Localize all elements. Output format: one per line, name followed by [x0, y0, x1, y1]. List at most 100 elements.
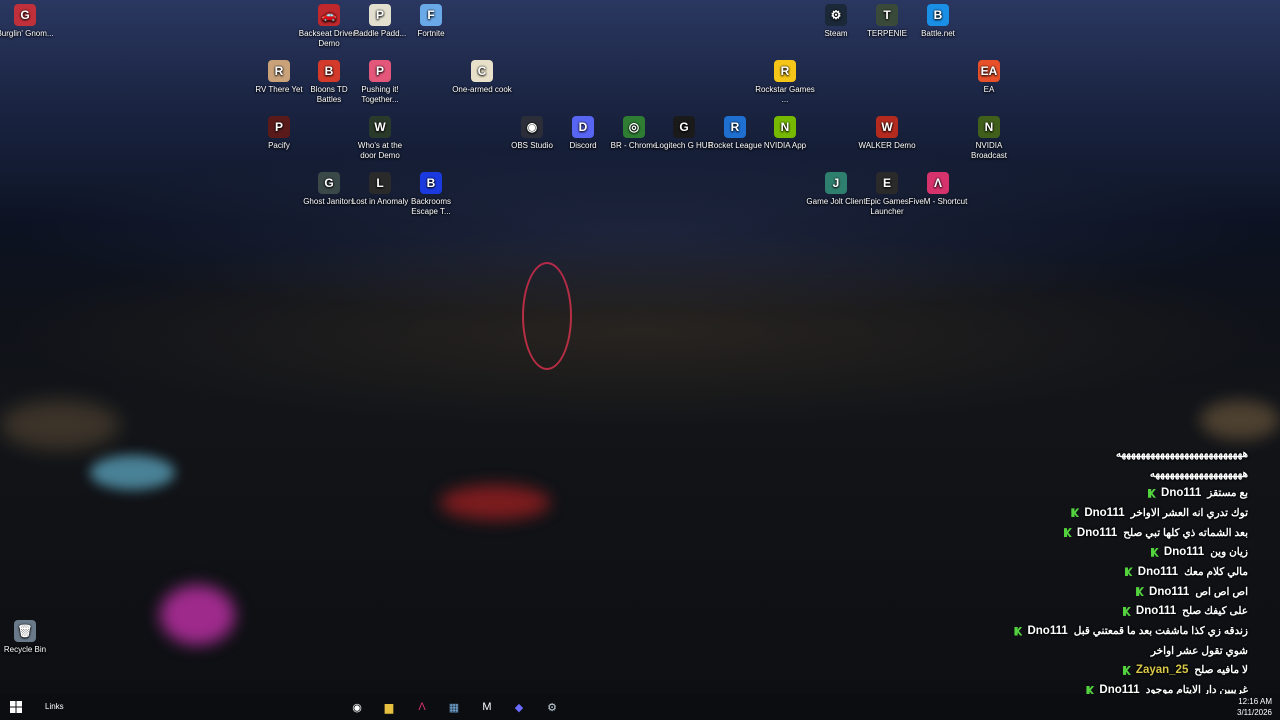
- desktop-shortcut-label: One-armed cook: [452, 85, 512, 94]
- chat-message: Dno111 اص اص اص: [996, 582, 1256, 602]
- chat-username: Dno111: [1135, 605, 1177, 618]
- desktop-shortcut-label: Pushing it! Together...: [361, 85, 399, 104]
- chat-message: Zayan_25 لا مافيه صلح: [996, 661, 1256, 681]
- pushing-game-icon: P: [369, 60, 391, 82]
- bloons-icon: B: [318, 60, 340, 82]
- chat-text: اص اص اص: [1195, 585, 1248, 598]
- logitech-icon: G: [673, 116, 695, 138]
- anomaly-icon: L: [369, 172, 391, 194]
- chat-username: Dno111: [1149, 585, 1190, 598]
- diamond-app-icon[interactable]: ◆: [508, 697, 530, 717]
- steam-icon: ⚙: [825, 4, 847, 26]
- chat-username: Dno111: [1161, 487, 1202, 500]
- desktop-shortcut[interactable]: B Battle.net: [907, 4, 969, 39]
- windows-logo-icon: [10, 701, 22, 713]
- store-icon[interactable]: ▦: [443, 697, 465, 717]
- obs-taskbar-icon[interactable]: ◉: [346, 697, 368, 717]
- chat-text: بع مستقز: [1207, 487, 1248, 500]
- desktop-shortcut[interactable]: N NVIDIA App: [754, 116, 816, 151]
- chat-message: Dno111 زندقه زي كذا ماشفت بعد ما قمعتني ق…: [996, 621, 1256, 641]
- desktop-shortcut-label: WALKER Demo: [858, 141, 916, 150]
- chat-text: لا مافيه صلح: [1194, 664, 1248, 677]
- chat-text: بعد الشماته ذي كلها تبي صلح: [1123, 526, 1248, 539]
- chat-message: Dno111 بعد الشماته ذي كلها تبي صلح: [996, 523, 1256, 543]
- desktop-shortcut-label: EA: [983, 85, 995, 94]
- file-explorer-icon[interactable]: ▆: [378, 697, 400, 717]
- chat-message: Dno111 مالي كلام معك: [996, 562, 1256, 582]
- terpenie-icon: T: [876, 4, 898, 26]
- desktop-shortcut[interactable]: N NVIDIA Broadcast: [958, 116, 1020, 161]
- chat-text: مالي كلام معك: [1184, 565, 1248, 578]
- kick-badge-icon: [1071, 508, 1080, 518]
- gamejolt-icon: J: [825, 172, 847, 194]
- desktop-shortcut-label: Recycle Bin: [3, 645, 47, 654]
- chat-text: على كيفك صلح: [1182, 605, 1248, 618]
- steam-taskbar-icon[interactable]: ⚙: [541, 697, 563, 717]
- desktop-shortcut-label: Pacify: [268, 141, 290, 150]
- clock-time: 12:16 AM: [1238, 697, 1272, 706]
- chat-message: Dno111 بع مستقز: [996, 483, 1256, 503]
- chat-text: توك تدري انه العشر الاواخر: [1130, 506, 1248, 519]
- chat-message: شوي تقول عشر اواخر: [996, 641, 1256, 661]
- walker-icon: W: [876, 116, 898, 138]
- kick-badge-icon: [1122, 606, 1131, 616]
- gnome-game-icon: G: [14, 4, 36, 26]
- chat-username: Dno111: [1027, 625, 1068, 638]
- desktop-shortcut[interactable]: Λ FiveM - Shortcut: [907, 172, 969, 207]
- desktop-shortcut[interactable]: B Backrooms Escape T...: [400, 172, 462, 217]
- desktop-shortcut[interactable]: F Fortnite: [400, 4, 462, 39]
- desktop-shortcut-label: Battle.net: [921, 29, 955, 38]
- chat-username: Dno111: [1137, 565, 1179, 578]
- desktop-shortcut[interactable]: 🗑 Recycle Bin: [0, 620, 56, 655]
- chat-username: Dno111: [1163, 546, 1205, 559]
- chat-message: Dno111 توك تدري انه العشر الاواخر: [996, 503, 1256, 523]
- desktop-shortcut[interactable]: W WALKER Demo: [856, 116, 918, 151]
- kick-badge-icon: [1136, 587, 1145, 597]
- chat-username: Dno111: [1084, 506, 1125, 519]
- recycle-bin-icon: 🗑: [14, 620, 36, 642]
- desktop-shortcut[interactable]: P Pacify: [248, 116, 310, 151]
- system-clock[interactable]: 12:16 AM 3/11/2026: [1237, 696, 1272, 718]
- chat-message: Dno111 على كيفك صلح: [996, 602, 1256, 622]
- desktop-shortcut-label: Burglin' Gnom...: [0, 29, 54, 38]
- start-button[interactable]: [5, 697, 27, 717]
- rockstar-icon: R: [774, 60, 796, 82]
- kick-badge-icon: [1150, 547, 1159, 557]
- nvidia-app-icon: N: [774, 116, 796, 138]
- chat-text: زيان وين: [1210, 546, 1248, 559]
- chat-header-line: ههههههههههههههههههههههههههه: [1115, 447, 1248, 460]
- fortnite-icon: F: [420, 4, 442, 26]
- desktop-shortcut-label: Who's at the door Demo: [357, 141, 403, 160]
- links-toolbar[interactable]: Links: [45, 702, 64, 711]
- desktop-shortcut[interactable]: C One-armed cook: [451, 60, 513, 95]
- chat-text: زندقه زي كذا ماشفت بعد ما قمعتني قبل: [1073, 625, 1248, 638]
- desktop-shortcut[interactable]: P Pushing it! Together...: [349, 60, 411, 105]
- desktop-shortcut-label: NVIDIA Broadcast: [970, 141, 1008, 160]
- chrome-icon: ◎: [623, 116, 645, 138]
- battlenet-icon: B: [927, 4, 949, 26]
- fivem-taskbar-icon[interactable]: Λ: [411, 697, 433, 717]
- chat-header-line: هههههههههههههههههههه: [1149, 467, 1248, 480]
- chat-message: Dno111 زيان وين: [996, 542, 1256, 562]
- door-game-icon: W: [369, 116, 391, 138]
- taskbar: Links ◉ ▆ Λ ▦ M ◆ ⚙ 12:16 AM 3/11/2026: [0, 694, 1280, 720]
- paddle-game-icon: P: [369, 4, 391, 26]
- pacify-icon: P: [268, 116, 290, 138]
- kick-badge-icon: [1063, 528, 1072, 538]
- ea-icon: EA: [978, 60, 1000, 82]
- kick-badge-icon: [1148, 488, 1157, 498]
- chat-username: Zayan_25: [1135, 664, 1189, 677]
- ghost-janitors-icon: G: [318, 172, 340, 194]
- app-taskbar-icon[interactable]: M: [476, 697, 498, 717]
- desktop-shortcut[interactable]: W Who's at the door Demo: [349, 116, 411, 161]
- fivem-icon: Λ: [927, 172, 949, 194]
- nvidia-broadcast-icon: N: [978, 116, 1000, 138]
- desktop-shortcut[interactable]: G Burglin' Gnom...: [0, 4, 56, 39]
- desktop-shortcut[interactable]: EA EA: [958, 60, 1020, 95]
- desktop-shortcut[interactable]: R Rockstar Games ...: [754, 60, 816, 105]
- obs-icon: ◉: [521, 116, 543, 138]
- desktop-shortcut-label: NVIDIA App: [763, 141, 807, 150]
- rocket-league-icon: R: [724, 116, 746, 138]
- epic-games-icon: E: [876, 172, 898, 194]
- backrooms-icon: B: [420, 172, 442, 194]
